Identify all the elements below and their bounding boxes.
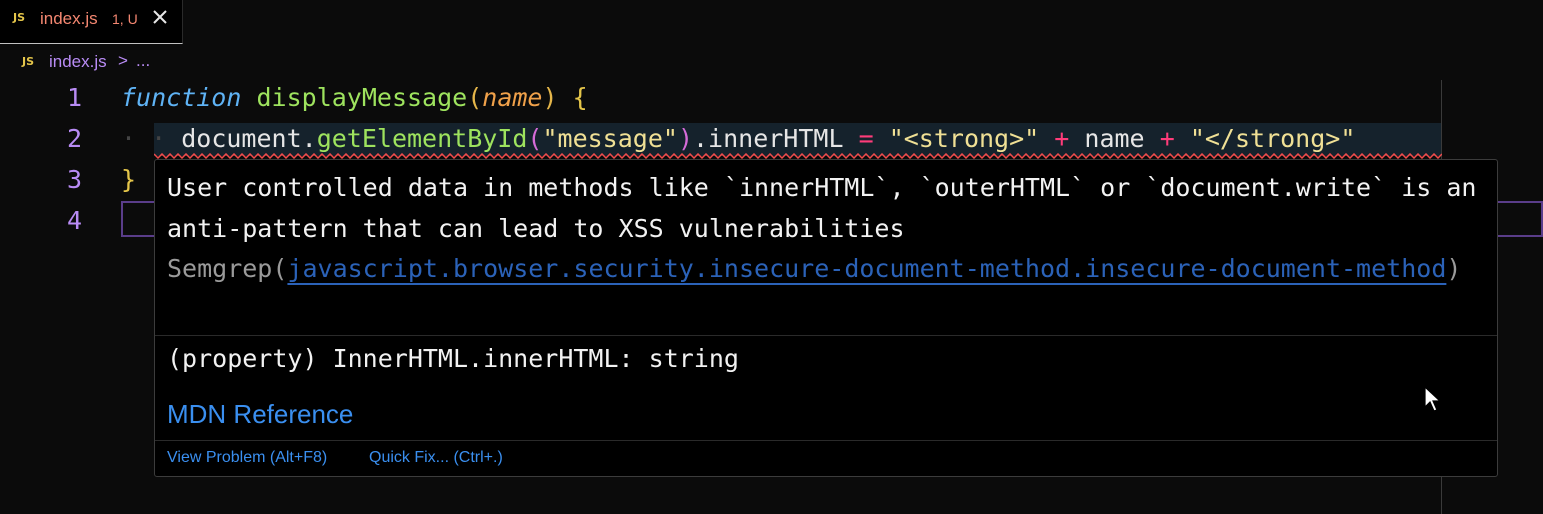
string-literal: "message" [542,124,678,153]
variable-name: name [1084,124,1145,153]
tab-problem-status: 1, U [112,11,138,27]
javascript-file-icon: JS [22,55,35,68]
rule-open-paren: ( [272,254,288,283]
assign-operator: = [858,124,874,153]
problem-source: Semgrep [167,254,273,283]
function-name: displayMessage [256,83,468,112]
open-paren: ( [527,124,543,153]
view-problem-button[interactable]: View Problem (Alt+F8) [167,449,327,467]
open-brace: { [572,83,588,112]
javascript-file-icon: JS [13,11,26,24]
hover-popup: User controlled data in methods like `in… [154,159,1498,477]
mouse-pointer-icon [1424,386,1442,412]
mdn-reference-link[interactable]: MDN Reference [167,399,353,430]
string-literal: "<strong>" [888,124,1040,153]
divider [155,440,1497,441]
quick-fix-button[interactable]: Quick Fix... (Ctrl+.) [369,449,503,467]
tab-index-js[interactable]: JS index.js 1, U [0,0,183,44]
rule-link[interactable]: javascript.browser.security.insecure-doc… [287,254,1446,283]
close-brace: } [121,165,137,194]
code-line-2: · · document.getElementById("message").i… [121,124,1355,153]
plus-operator: + [1054,124,1070,153]
close-icon[interactable] [150,7,170,27]
code-line-1: function displayMessage(name) { [121,83,588,112]
property-access: .innerHTML [693,124,844,153]
method-name: getElementById [316,124,528,153]
line-number: 4 [66,206,82,235]
plus-operator: + [1159,124,1175,153]
document-object: document. [181,124,317,153]
type-signature: (property) InnerHTML.innerHTML: string [167,344,739,373]
open-paren: ( [467,83,483,112]
line-number: 1 [66,83,82,112]
breadcrumb-separator-icon: > [118,51,128,70]
keyword-function: function [121,83,242,112]
breadcrumb-file[interactable]: index.js [49,52,107,72]
rule-close-paren: ) [1446,254,1462,283]
string-literal: "</strong>" [1189,124,1356,153]
breadcrumb: JS index.js > ... [0,45,400,79]
breadcrumb-symbols[interactable]: ... [136,51,150,71]
parameter-name: name [482,83,543,112]
tab-bar: JS index.js 1, U [0,0,1543,44]
editor-window: JS index.js 1, U JS index.js > ... 1 2 3… [0,0,1543,514]
tab-title: index.js [40,9,98,28]
problem-text: User controlled data in methods like `in… [167,173,1477,243]
line-number: 3 [66,165,82,194]
close-paren: ) [677,124,693,153]
close-paren: ) [542,83,558,112]
divider [155,335,1497,336]
line-number: 2 [66,124,82,153]
code-line-3: } [121,165,136,194]
problem-message: User controlled data in methods like `in… [167,168,1487,290]
whitespace-marker: · · [121,124,182,153]
